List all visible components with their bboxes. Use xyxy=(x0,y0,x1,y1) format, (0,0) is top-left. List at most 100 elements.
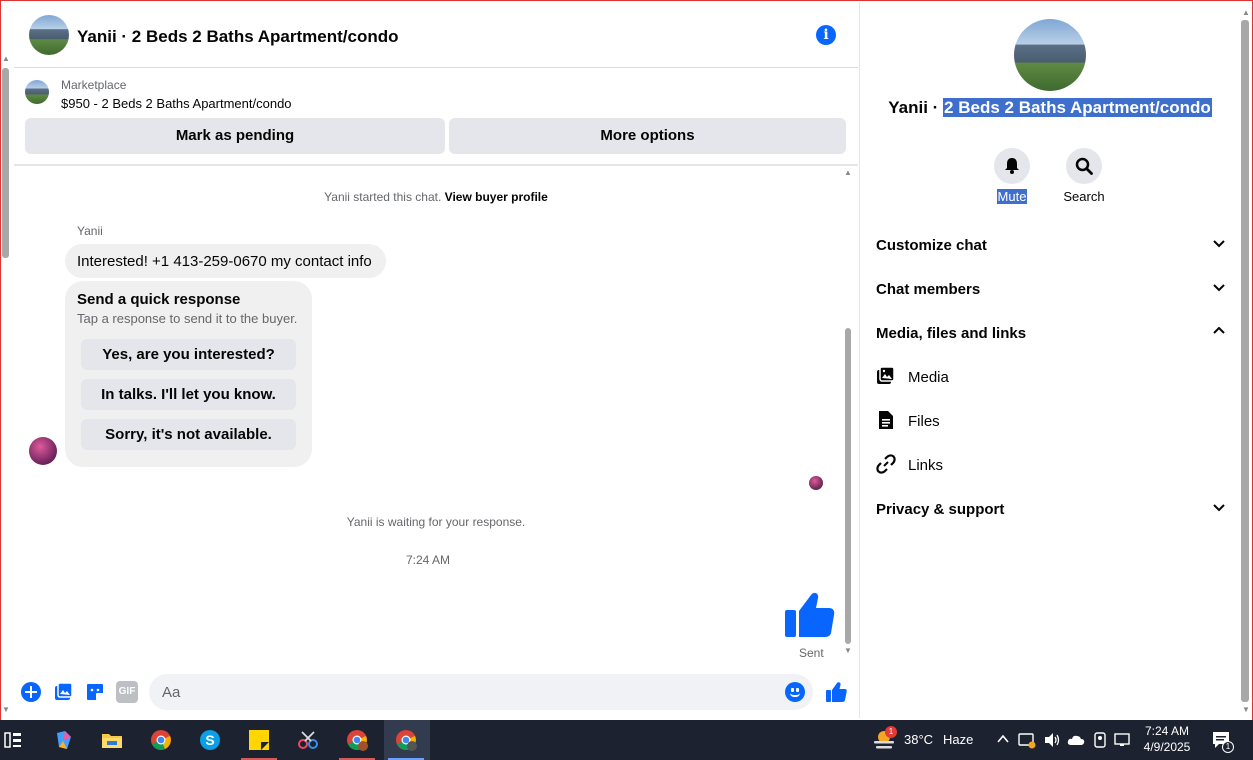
onedrive-icon[interactable] xyxy=(1067,732,1085,748)
sticker-icon[interactable] xyxy=(84,681,106,703)
weather-temp[interactable]: 38°C xyxy=(904,732,933,747)
chevron-up-icon[interactable] xyxy=(996,732,1010,746)
menu-media-files-links[interactable]: Media, files and links xyxy=(876,318,1226,348)
gif-icon[interactable]: GIF xyxy=(116,681,138,703)
mute-button[interactable] xyxy=(994,148,1030,184)
sent-status: Sent xyxy=(799,646,824,660)
file-explorer-icon[interactable] xyxy=(90,720,134,760)
meet-now-icon[interactable] xyxy=(1092,731,1108,749)
quick-response-title: Send a quick response xyxy=(77,291,241,308)
listing-avatar[interactable] xyxy=(29,15,69,55)
network-icon[interactable] xyxy=(1114,732,1132,748)
panel-scroll-down[interactable]: ▼ xyxy=(1242,705,1250,714)
chrome-profile-icon[interactable] xyxy=(335,720,379,760)
snipping-tool-icon[interactable] xyxy=(286,720,330,760)
menu-label: Chat members xyxy=(876,281,981,298)
chat-header: Yanii · 2 Beds 2 Baths Apartment/condo i xyxy=(14,2,858,68)
info-icon[interactable]: i xyxy=(816,25,836,45)
link-icon xyxy=(876,454,896,474)
quick-response-option[interactable]: Sorry, it's not available. xyxy=(81,419,296,450)
chat-scrollbar[interactable] xyxy=(845,170,851,658)
photo-icon[interactable] xyxy=(52,681,74,703)
conversation-info-panel: Yanii · 2 Beds 2 Baths Apartment/condo M… xyxy=(859,2,1239,718)
panel-scroll-up[interactable]: ▲ xyxy=(1242,8,1250,17)
message-placeholder: Aa xyxy=(162,684,181,701)
message-bubble[interactable]: Interested! +1 413-259-0670 my contact i… xyxy=(65,244,386,278)
chat-scroll-up[interactable]: ▲ xyxy=(844,168,852,177)
weather-badge: 1 xyxy=(885,726,897,738)
clock-time: 7:24 AM xyxy=(1144,724,1190,738)
thumbs-up-icon[interactable] xyxy=(783,589,835,641)
message-composer: GIF Aa xyxy=(14,670,858,714)
divider xyxy=(14,164,858,166)
chat-scroll-down[interactable]: ▼ xyxy=(844,646,852,655)
chat-pane: Yanii · 2 Beds 2 Baths Apartment/condo i… xyxy=(14,2,858,718)
taskbar-clock[interactable]: 7:24 AM 4/9/2025 xyxy=(1136,723,1198,755)
sender-name: Yanii xyxy=(77,224,103,238)
emoji-icon[interactable] xyxy=(785,682,805,702)
quick-response-option[interactable]: In talks. I'll let you know. xyxy=(81,379,296,410)
quick-response-card: Send a quick response Tap a response to … xyxy=(65,281,312,467)
listing-thumbnail[interactable] xyxy=(25,80,49,104)
bell-icon xyxy=(1005,158,1019,174)
listing-price-title[interactable]: $950 - 2 Beds 2 Baths Apartment/condo xyxy=(61,96,292,111)
mute-label[interactable]: Mute xyxy=(996,189,1028,204)
panel-title-prefix: Yanii · xyxy=(888,98,944,117)
buyer-avatar[interactable] xyxy=(29,437,57,465)
scroll-down-arrow[interactable]: ▼ xyxy=(2,705,10,714)
skype-icon[interactable]: S xyxy=(188,720,232,760)
quick-response-option[interactable]: Yes, are you interested? xyxy=(81,339,296,370)
submenu-links[interactable]: Links xyxy=(876,450,1226,480)
chevron-up-icon xyxy=(1213,326,1225,334)
search-label[interactable]: Search xyxy=(1054,189,1114,204)
chat-started-notice: Yanii started this chat. View buyer prof… xyxy=(14,190,858,204)
sticky-notes-icon[interactable] xyxy=(237,720,281,760)
menu-privacy-support[interactable]: Privacy & support xyxy=(876,494,1226,524)
view-buyer-profile-link[interactable]: View buyer profile xyxy=(445,190,548,204)
chevron-down-icon xyxy=(1213,284,1225,292)
submenu-label: Media xyxy=(908,369,949,386)
mark-as-pending-button[interactable]: Mark as pending xyxy=(25,118,445,154)
media-icon xyxy=(877,366,895,384)
file-icon xyxy=(879,411,893,429)
thumbs-up-send-icon[interactable] xyxy=(825,681,847,703)
message-text: Interested! +1 413-259-0670 my contact i… xyxy=(77,253,372,270)
chevron-down-icon xyxy=(1213,504,1225,512)
taskbar: S 1 38°C Haze 1 xyxy=(0,720,1253,760)
panel-title: Yanii · 2 Beds 2 Baths Apartment/condo xyxy=(860,98,1240,118)
weather-description[interactable]: Haze xyxy=(943,732,973,747)
message-input[interactable]: Aa xyxy=(149,674,813,710)
copilot-icon[interactable] xyxy=(42,720,86,760)
submenu-media[interactable]: Media xyxy=(876,362,1226,392)
menu-chat-members[interactable]: Chat members xyxy=(876,274,1226,304)
submenu-label: Links xyxy=(908,457,944,474)
svg-text:S: S xyxy=(205,732,214,748)
chat-title[interactable]: Yanii · 2 Beds 2 Baths Apartment/condo xyxy=(77,27,399,47)
message-timestamp: 7:24 AM xyxy=(405,553,451,567)
search-button[interactable] xyxy=(1066,148,1102,184)
menu-customize-chat[interactable]: Customize chat xyxy=(876,230,1226,260)
chevron-down-icon xyxy=(1213,240,1225,248)
security-icon[interactable] xyxy=(1018,731,1036,749)
panel-scrollbar[interactable] xyxy=(1241,20,1249,702)
listing-large-avatar[interactable] xyxy=(1014,19,1086,91)
plus-icon[interactable] xyxy=(20,681,42,703)
task-view-icon[interactable] xyxy=(4,731,22,749)
chrome-icon[interactable] xyxy=(139,720,183,760)
search-icon xyxy=(1075,157,1093,175)
more-options-button[interactable]: More options xyxy=(449,118,846,154)
read-receipt-avatar xyxy=(809,476,823,490)
quick-response-subtitle: Tap a response to send it to the buyer. xyxy=(77,311,298,326)
submenu-label: Files xyxy=(908,413,940,430)
menu-label: Media, files and links xyxy=(876,325,1027,342)
volume-icon[interactable] xyxy=(1043,731,1061,749)
menu-label: Customize chat xyxy=(876,237,987,254)
chat-started-text: Yanii started this chat. xyxy=(324,190,442,204)
submenu-files[interactable]: Files xyxy=(876,406,1226,436)
waiting-notice: Yanii is waiting for your response. xyxy=(346,515,526,529)
page-scrollbar[interactable] xyxy=(2,68,9,258)
chrome-active-window-icon[interactable] xyxy=(384,720,430,760)
marketplace-label: Marketplace xyxy=(61,78,127,92)
menu-label: Privacy & support xyxy=(876,501,1005,518)
scroll-up-arrow[interactable]: ▲ xyxy=(2,54,10,63)
